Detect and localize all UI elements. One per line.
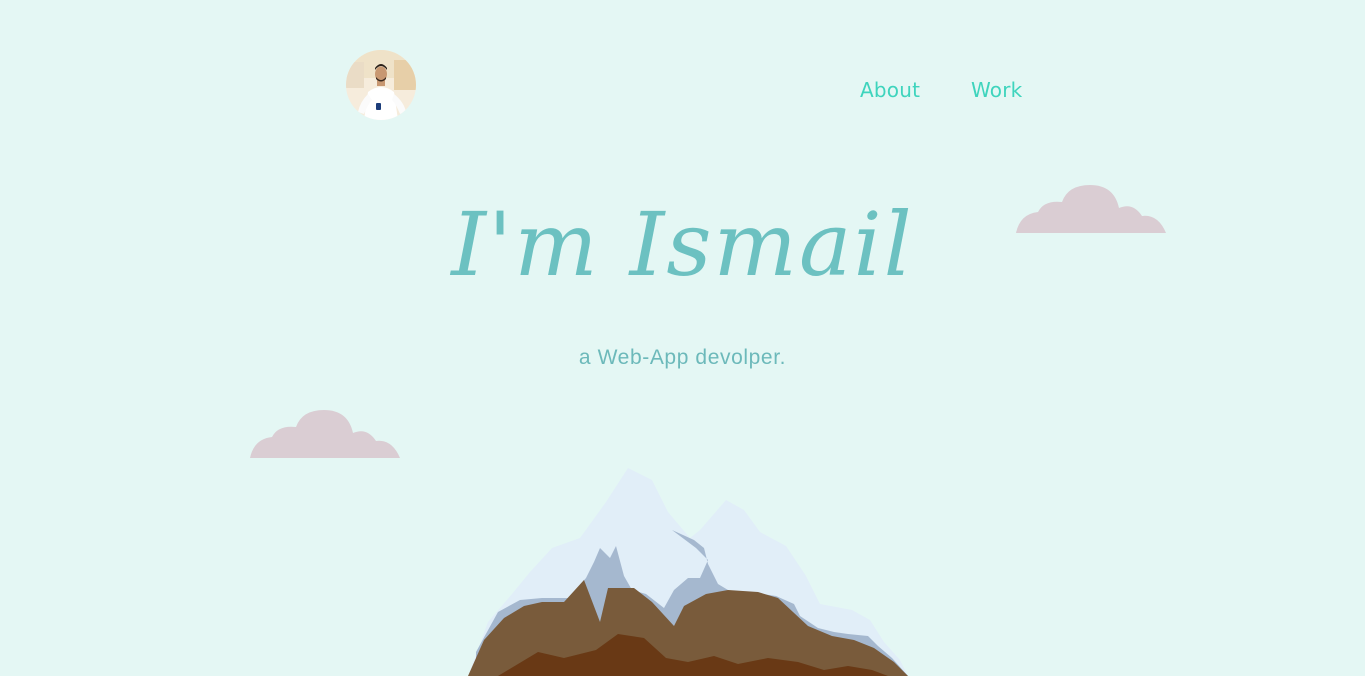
nav-link-work[interactable]: Work bbox=[971, 78, 1022, 102]
nav-link-about[interactable]: About bbox=[860, 78, 920, 102]
hero-subtitle: a Web-App devolper. bbox=[578, 346, 787, 369]
cloud-icon bbox=[250, 410, 400, 458]
mountain-illustration bbox=[468, 468, 908, 676]
main-nav: About Work bbox=[0, 78, 1365, 108]
hero-title: I'm Ismail bbox=[451, 193, 914, 296]
